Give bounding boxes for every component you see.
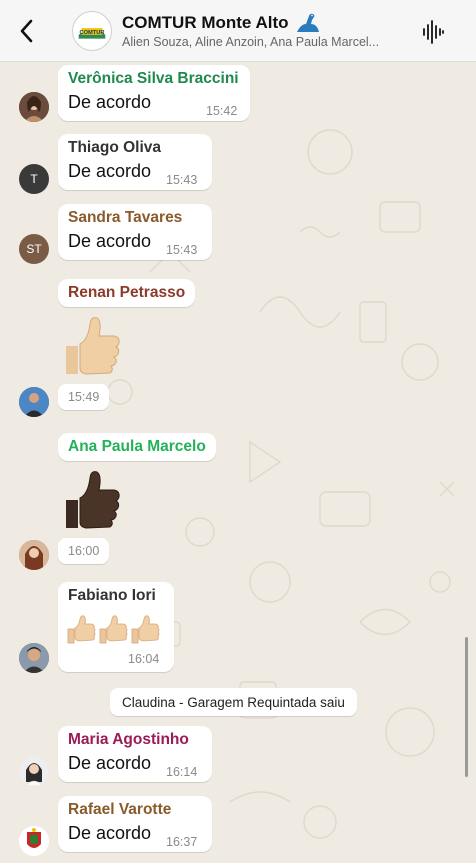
- avatar[interactable]: [19, 643, 49, 673]
- message-time: 15:43: [166, 173, 198, 187]
- message-text: De acordo: [68, 753, 152, 773]
- message-time: 15:43: [166, 243, 198, 257]
- message-bubble[interactable]: Sandra Tavares De acordo 15:43: [58, 204, 212, 260]
- audio-wave-icon: [423, 20, 444, 44]
- message-time-chip: 15:49: [58, 384, 110, 410]
- message-time: 15:42: [206, 104, 238, 118]
- person-photo-icon: [19, 387, 49, 417]
- person-photo-icon: [19, 643, 49, 673]
- avatar[interactable]: [19, 92, 49, 122]
- sender-name-chip[interactable]: Ana Paula Marcelo: [58, 433, 216, 461]
- group-title-row: COMTUR Monte Alto: [122, 12, 412, 34]
- sender-name: Verônica Silva Braccini: [68, 70, 239, 87]
- group-members: Alien Souza, Aline Anzoin, Ana Paula Mar…: [122, 35, 380, 49]
- message-bubble[interactable]: Maria Agostinho De acordo 16:14: [58, 726, 212, 782]
- message-time: 16:14: [166, 765, 198, 779]
- person-photo-icon: [19, 92, 49, 122]
- avatar[interactable]: [19, 826, 49, 856]
- dinosaur-icon: [296, 13, 319, 32]
- avatar-initial: ST: [26, 242, 42, 256]
- message-bubble[interactable]: Thiago Oliva De acordo 15:43: [58, 134, 212, 190]
- message-time-chip: 16:00: [58, 538, 110, 564]
- avatar[interactable]: [19, 756, 49, 786]
- message-bubble[interactable]: Rafael Varotte De acordo 16:37: [58, 796, 212, 852]
- crest-icon: [19, 826, 49, 856]
- thumbs-up-dark-icon[interactable]: [56, 464, 126, 534]
- system-message-text: Claudina - Garagem Requintada saiu: [122, 694, 345, 710]
- group-avatar[interactable]: COMTUR: [72, 10, 112, 51]
- message-text: De acordo: [68, 161, 152, 181]
- message-time: 16:04: [128, 652, 160, 666]
- three-thumbs-up-icon: [67, 615, 160, 644]
- message-time: 16:37: [166, 835, 198, 849]
- group-title: COMTUR Monte Alto: [122, 13, 289, 32]
- person-photo-icon: [19, 756, 49, 786]
- message-bubble[interactable]: Fabiano Iori 16:04: [58, 582, 174, 672]
- avatar[interactable]: [19, 387, 49, 417]
- message-bubble[interactable]: Verônica Silva Braccini De acordo 15:42: [58, 65, 250, 121]
- chevron-left-icon: [20, 19, 33, 42]
- system-message: Claudina - Garagem Requintada saiu: [110, 688, 357, 716]
- message-text: De acordo: [68, 231, 152, 251]
- message-text: De acordo: [68, 92, 152, 112]
- avatar[interactable]: [19, 540, 49, 570]
- sender-name-chip[interactable]: Renan Petrasso: [58, 279, 196, 307]
- scrollbar[interactable]: [465, 637, 468, 777]
- message-time: 15:49: [68, 390, 100, 404]
- avatar-initial: T: [30, 172, 38, 186]
- audio-call-button[interactable]: [420, 19, 446, 45]
- sender-name: Ana Paula Marcelo: [68, 438, 206, 455]
- group-avatar-text: COMTUR: [80, 29, 105, 35]
- back-button[interactable]: [0, 0, 52, 62]
- message-text: De acordo: [68, 823, 152, 843]
- chat-header: COMTUR COMTUR Monte Alto Alien Souza, Al…: [0, 0, 476, 62]
- sender-name: Rafael Varotte: [68, 801, 172, 818]
- sender-name: Maria Agostinho: [68, 731, 189, 748]
- sender-name: Sandra Tavares: [68, 209, 183, 226]
- message-time: 16:00: [68, 544, 100, 558]
- sender-name: Renan Petrasso: [68, 284, 186, 301]
- comtur-logo-icon: COMTUR: [73, 12, 111, 49]
- sender-name: Thiago Oliva: [68, 139, 162, 156]
- person-photo-icon: [19, 540, 49, 570]
- avatar[interactable]: ST: [19, 234, 49, 264]
- avatar[interactable]: T: [19, 164, 49, 194]
- chat-area[interactable]: Verônica Silva Braccini De acordo 15:42 …: [0, 62, 476, 863]
- sender-name: Fabiano Iori: [68, 587, 156, 604]
- group-info[interactable]: COMTUR Monte Alto Alien Souza, Aline Anz…: [122, 12, 412, 49]
- thumbs-up-light-icon[interactable]: [56, 310, 126, 380]
